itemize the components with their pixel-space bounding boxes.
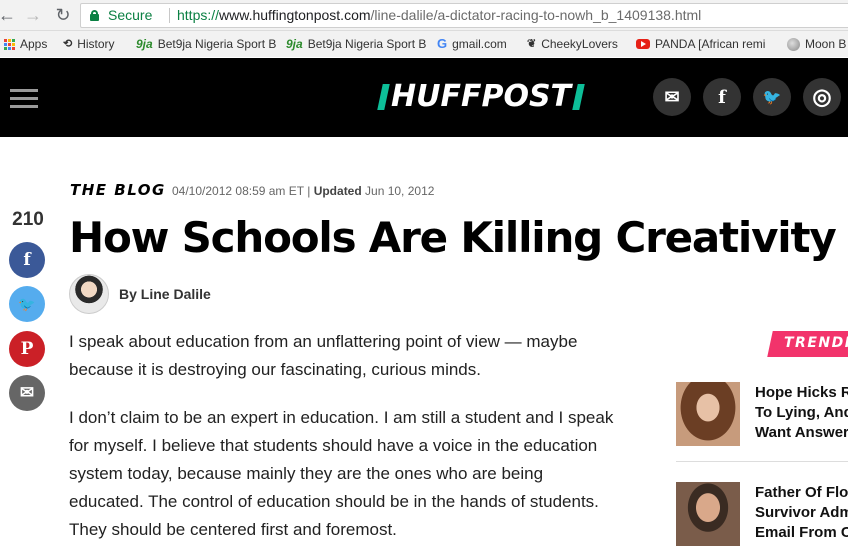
article-paragraph-2: I don’t claim to be an expert in educati… [69,404,649,544]
paragraph-line: system today, because mainly they are th… [69,464,544,483]
history-icon: ⟲ [63,38,73,50]
bookmark-cheekylovers[interactable]: ❦ CheekyLovers [527,31,618,57]
bookmark-label: Bet9ja Nigeria Sport B [307,37,427,51]
url-scheme: https:// [177,7,220,23]
url-text[interactable]: https://www.huffingtonpost.com/line-dali… [177,4,701,27]
huffpost-logo[interactable]: HUFFPOST [377,79,585,114]
bookmark-label: gmail.com [452,37,507,51]
article-paragraph-1: I speak about education from an unflatte… [69,328,649,384]
address-bar[interactable]: Secure https://www.huffingtonpost.com/li… [80,3,848,28]
url-path: /line-dalile/a-dictator-racing-to-nowh_b… [370,7,702,23]
trending-divider [676,461,848,462]
omnibox-separator [169,8,170,23]
google-icon: G [437,36,448,51]
author-avatar[interactable] [69,274,109,314]
bookmark-label: Bet9ja Nigeria Sport B [157,37,277,51]
bookmark-panda[interactable]: PANDA [African remi [636,31,765,57]
trending-line: Survivor Adm [755,504,848,521]
share-facebook-icon[interactable]: f [9,242,45,278]
bookmark-label: Apps [20,37,48,51]
share-pinterest-icon[interactable]: P [9,331,45,367]
lock-icon [90,10,99,21]
paragraph-line: I don’t claim to be an expert in educati… [69,408,614,427]
bookmark-label: Moon B [805,37,847,51]
updated-date: Jun 10, 2012 [365,184,435,198]
moon-icon [787,37,800,51]
trending-thumbnail-1[interactable] [676,382,740,446]
header-facebook-icon[interactable]: f [703,78,741,116]
menu-icon[interactable] [10,89,38,108]
forward-arrow-icon[interactable]: → [22,4,44,26]
trending-line: Father Of Flor [755,484,848,501]
logo-bar-left [377,84,390,110]
trending-line: Hope Hicks R [755,384,848,401]
url-host: www.huffingtonpost.com [219,7,371,23]
apps-grid-icon [4,38,15,50]
blog-kicker[interactable]: THE BLOG [70,181,166,199]
paragraph-line: for myself. I believe that students shou… [69,436,598,455]
reload-icon[interactable]: ↻ [52,4,74,26]
youtube-icon [636,39,650,49]
dateline: 04/10/2012 08:59 am ET | Updated Jun 10,… [172,184,435,198]
logo-text: HUFFPOST [391,79,572,114]
share-count: 210 [12,209,44,230]
header-email-icon[interactable]: ✉ [653,78,691,116]
trending-title-1[interactable]: Hope Hicks R To Lying, And Want Answer [755,383,848,443]
bet9ja-icon: 9ja [136,37,153,51]
trending-line: Want Answer [755,424,848,441]
site-header: HUFFPOST ✉ f 🐦 ◎ [0,58,848,137]
logo-bar-right [572,84,585,110]
trending-title-2[interactable]: Father Of Flor Survivor Adm Email From C [755,483,848,543]
bookmark-gmail[interactable]: G gmail.com [437,31,507,57]
article-headline: How Schools Are Killing Creativity [69,213,837,262]
trending-label: TRENDING [784,335,848,351]
bookmark-apps[interactable]: Apps [4,31,47,57]
published-date: 04/10/2012 08:59 am ET [172,184,304,198]
cheekylovers-icon: ❦ [527,38,537,50]
back-arrow-icon[interactable]: ← [0,4,18,26]
header-instagram-icon[interactable]: ◎ [803,78,841,116]
author-byline[interactable]: By Line Dalile [119,286,211,302]
bet9ja-icon: 9ja [286,37,303,51]
bookmark-label: PANDA [African remi [655,37,766,51]
bookmark-history[interactable]: ⟲ History [63,31,115,57]
trending-line: To Lying, And [755,404,848,421]
trending-line: Email From C [755,524,848,541]
secure-label: Secure [108,7,153,23]
bookmark-label: History [77,37,115,51]
paragraph-line: I speak about education from an unflatte… [69,332,578,351]
bookmark-label: CheekyLovers [541,37,618,51]
bookmark-bet9ja-1[interactable]: 9ja Bet9ja Nigeria Sport B [136,31,276,57]
trending-thumbnail-2[interactable] [676,482,740,546]
bookmark-moon[interactable]: Moon B [787,31,846,57]
paragraph-line: because it is destroying our fascinating… [69,360,481,379]
paragraph-line: They should be centered first and foremo… [69,520,397,539]
header-twitter-icon[interactable]: 🐦 [753,78,791,116]
bookmarks-bar: Apps ⟲ History 9ja Bet9ja Nigeria Sport … [0,31,848,57]
bookmark-bet9ja-2[interactable]: 9ja Bet9ja Nigeria Sport B [286,31,426,57]
share-twitter-icon[interactable]: 🐦 [9,286,45,322]
paragraph-line: educated. The control of education shoul… [69,492,599,511]
share-email-icon[interactable]: ✉ [9,375,45,411]
updated-label: Updated [313,184,362,198]
browser-toolbar: ← → ↻ Secure https://www.huffingtonpost.… [0,0,848,31]
